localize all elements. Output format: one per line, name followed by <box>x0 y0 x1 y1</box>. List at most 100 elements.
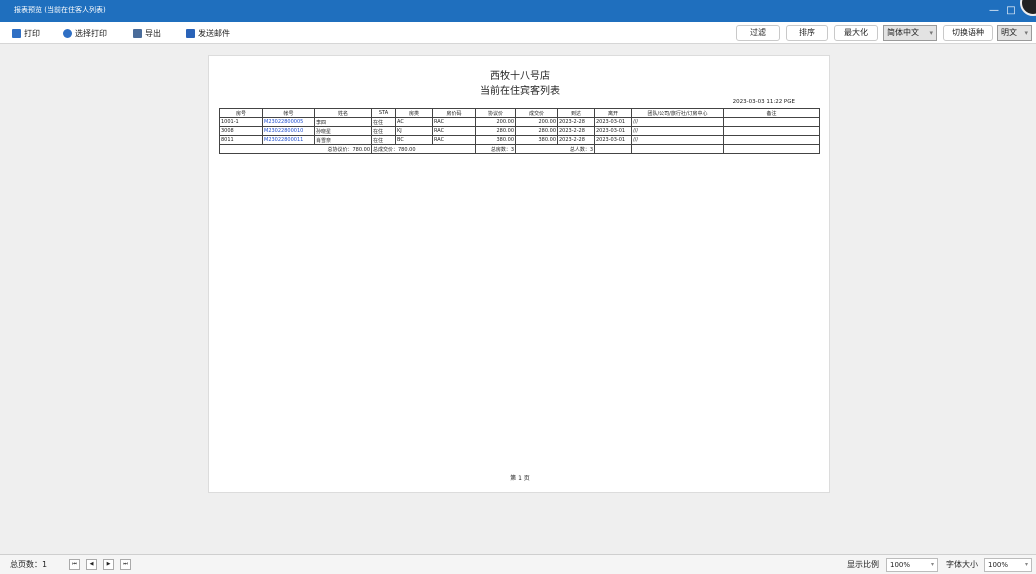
font-size-select[interactable]: 100% ▾ <box>984 558 1032 572</box>
sort-button[interactable]: 排序 <box>786 25 828 41</box>
close-button[interactable] <box>1020 0 1036 16</box>
table-row[interactable]: 1001-1 M23022800005 李四 在住 AC RAC 200.00 … <box>219 117 820 127</box>
col-room: 房号 <box>219 108 263 118</box>
select-print-icon <box>63 29 72 38</box>
total-rooms: 总房数：3 <box>475 144 516 154</box>
filter-button[interactable]: 过滤 <box>736 25 780 41</box>
zoom-value: 100% <box>890 561 911 569</box>
cell-name: 肖雪奈 <box>314 135 372 145</box>
cell-name: 李四 <box>314 117 372 127</box>
cell-sta: 在住 <box>371 117 396 127</box>
total-people: 总人数：3 <box>515 144 595 154</box>
cell-sta: 在住 <box>371 135 396 145</box>
chevron-down-icon: ▾ <box>1024 561 1028 568</box>
cell-room: 1001-1 <box>219 117 263 127</box>
print-button[interactable]: 打印 <box>12 27 40 40</box>
cell-remark <box>723 126 820 136</box>
cell-arrival: 2023-2-28 <box>557 126 595 136</box>
cell-remark <box>723 117 820 127</box>
select-print-button[interactable]: 选择打印 <box>63 27 107 40</box>
chevron-down-icon: ▾ <box>1024 29 1028 37</box>
summary-row: 总协议价：780.00 总成交价：780.00 总房数：3 总人数：3 <box>219 144 820 154</box>
language-select[interactable]: 简体中文 ▾ <box>883 25 937 41</box>
cell-arrival: 2023-2-28 <box>557 117 595 127</box>
next-page-button[interactable]: ▶ <box>103 559 114 570</box>
page-number: 第 1 页 <box>510 475 530 482</box>
col-sta: STA <box>371 108 396 118</box>
send-mail-button[interactable]: 发送邮件 <box>186 27 230 40</box>
maximize-report-button[interactable]: 最大化 <box>834 25 878 41</box>
cell-agreed-price: 280.00 <box>475 126 516 136</box>
col-agreed-price: 协议价 <box>475 108 516 118</box>
col-deal-price: 成交价 <box>515 108 558 118</box>
window-title: 报表预览 (当前在住客人列表) <box>14 6 106 14</box>
cell-deal-price: 200.00 <box>515 117 558 127</box>
switch-language-button[interactable]: 切换语种 <box>943 25 993 41</box>
col-rate-code: 房价码 <box>432 108 476 118</box>
cell-agreed-price: 200.00 <box>475 117 516 127</box>
cell-room: 3008 <box>219 126 263 136</box>
language-value: 简体中文 <box>887 28 919 37</box>
cell-departure: 2023-03-01 <box>594 126 632 136</box>
last-page-button[interactable]: ⏭ <box>120 559 131 570</box>
printer-icon <box>12 29 21 38</box>
total-deal-price: 总成交价：780.00 <box>371 144 476 154</box>
cell-name: 孙晓星 <box>314 126 372 136</box>
cell-rate-code: RAC <box>432 117 476 127</box>
cell-agreed-price: 380.00 <box>475 135 516 145</box>
cell-group: /// <box>631 126 724 136</box>
col-account: 帐号 <box>262 108 315 118</box>
font-value: 明文 <box>1001 28 1017 37</box>
export-label: 导出 <box>145 29 161 38</box>
status-bar: 总页数：1 ⏮ ◀ ▶ ⏭ 显示比例 100% ▾ 字体大小 100% ▾ <box>0 554 1036 574</box>
first-page-button[interactable]: ⏮ <box>69 559 80 570</box>
toolbar: 打印 选择打印 导出 发送邮件 过滤 排序 最大化 简体中文 ▾ 切换语种 明文… <box>0 22 1036 44</box>
col-remark: 备注 <box>723 108 820 118</box>
total-agreed-price: 总协议价：780.00 <box>219 144 372 154</box>
cell-room: 8011 <box>219 135 263 145</box>
export-button[interactable]: 导出 <box>133 27 161 40</box>
cell-account-link[interactable]: M23022800011 <box>262 135 315 145</box>
cell-room-type: BC <box>395 135 433 145</box>
send-mail-label: 发送邮件 <box>198 29 230 38</box>
cell-deal-price: 280.00 <box>515 126 558 136</box>
col-name: 姓名 <box>314 108 372 118</box>
report-timestamp: 2023-03-03 11:22 PGE <box>732 99 795 105</box>
total-pages: 总页数：1 <box>10 560 48 569</box>
mail-icon <box>186 29 195 38</box>
col-group: 团队/公司/旅行社/订房中心 <box>631 108 724 118</box>
col-departure: 离开 <box>594 108 632 118</box>
cell-deal-price: 380.00 <box>515 135 558 145</box>
minimize-button[interactable]: — <box>986 3 1002 19</box>
chevron-down-icon: ▾ <box>929 29 933 37</box>
cell-group: /// <box>631 117 724 127</box>
summary-blank <box>631 144 724 154</box>
print-label: 打印 <box>24 29 40 38</box>
export-icon <box>133 29 142 38</box>
prev-page-button[interactable]: ◀ <box>86 559 97 570</box>
maximize-button[interactable]: □ <box>1003 3 1019 19</box>
font-select[interactable]: 明文 ▾ <box>997 25 1032 41</box>
cell-room-type: AC <box>395 117 433 127</box>
cell-account-link[interactable]: M23022800010 <box>262 126 315 136</box>
cell-departure: 2023-03-01 <box>594 135 632 145</box>
zoom-label: 显示比例 <box>847 560 879 569</box>
cell-rate-code: RAC <box>432 135 476 145</box>
report-page: 西牧十八号店 当前在住宾客列表 2023-03-03 11:22 PGE 房号 … <box>208 55 830 493</box>
cell-remark <box>723 135 820 145</box>
report-title: 当前在住宾客列表 <box>480 86 560 97</box>
cell-account-link[interactable]: M23022800005 <box>262 117 315 127</box>
select-print-label: 选择打印 <box>75 29 107 38</box>
chevron-down-icon: ▾ <box>930 561 934 568</box>
cell-arrival: 2023-2-28 <box>557 135 595 145</box>
font-size-value: 100% <box>988 561 1009 569</box>
table-row[interactable]: 8011 M23022800011 肖雪奈 在住 BC RAC 380.00 3… <box>219 135 820 145</box>
summary-blank <box>723 144 820 154</box>
hotel-name: 西牧十八号店 <box>490 71 550 82</box>
table-row[interactable]: 3008 M23022800010 孙晓星 在住 KJ RAC 280.00 2… <box>219 126 820 136</box>
col-room-type: 房类 <box>395 108 433 118</box>
cell-departure: 2023-03-01 <box>594 117 632 127</box>
summary-blank <box>594 144 632 154</box>
zoom-select[interactable]: 100% ▾ <box>886 558 938 572</box>
col-arrival: 到达 <box>557 108 595 118</box>
